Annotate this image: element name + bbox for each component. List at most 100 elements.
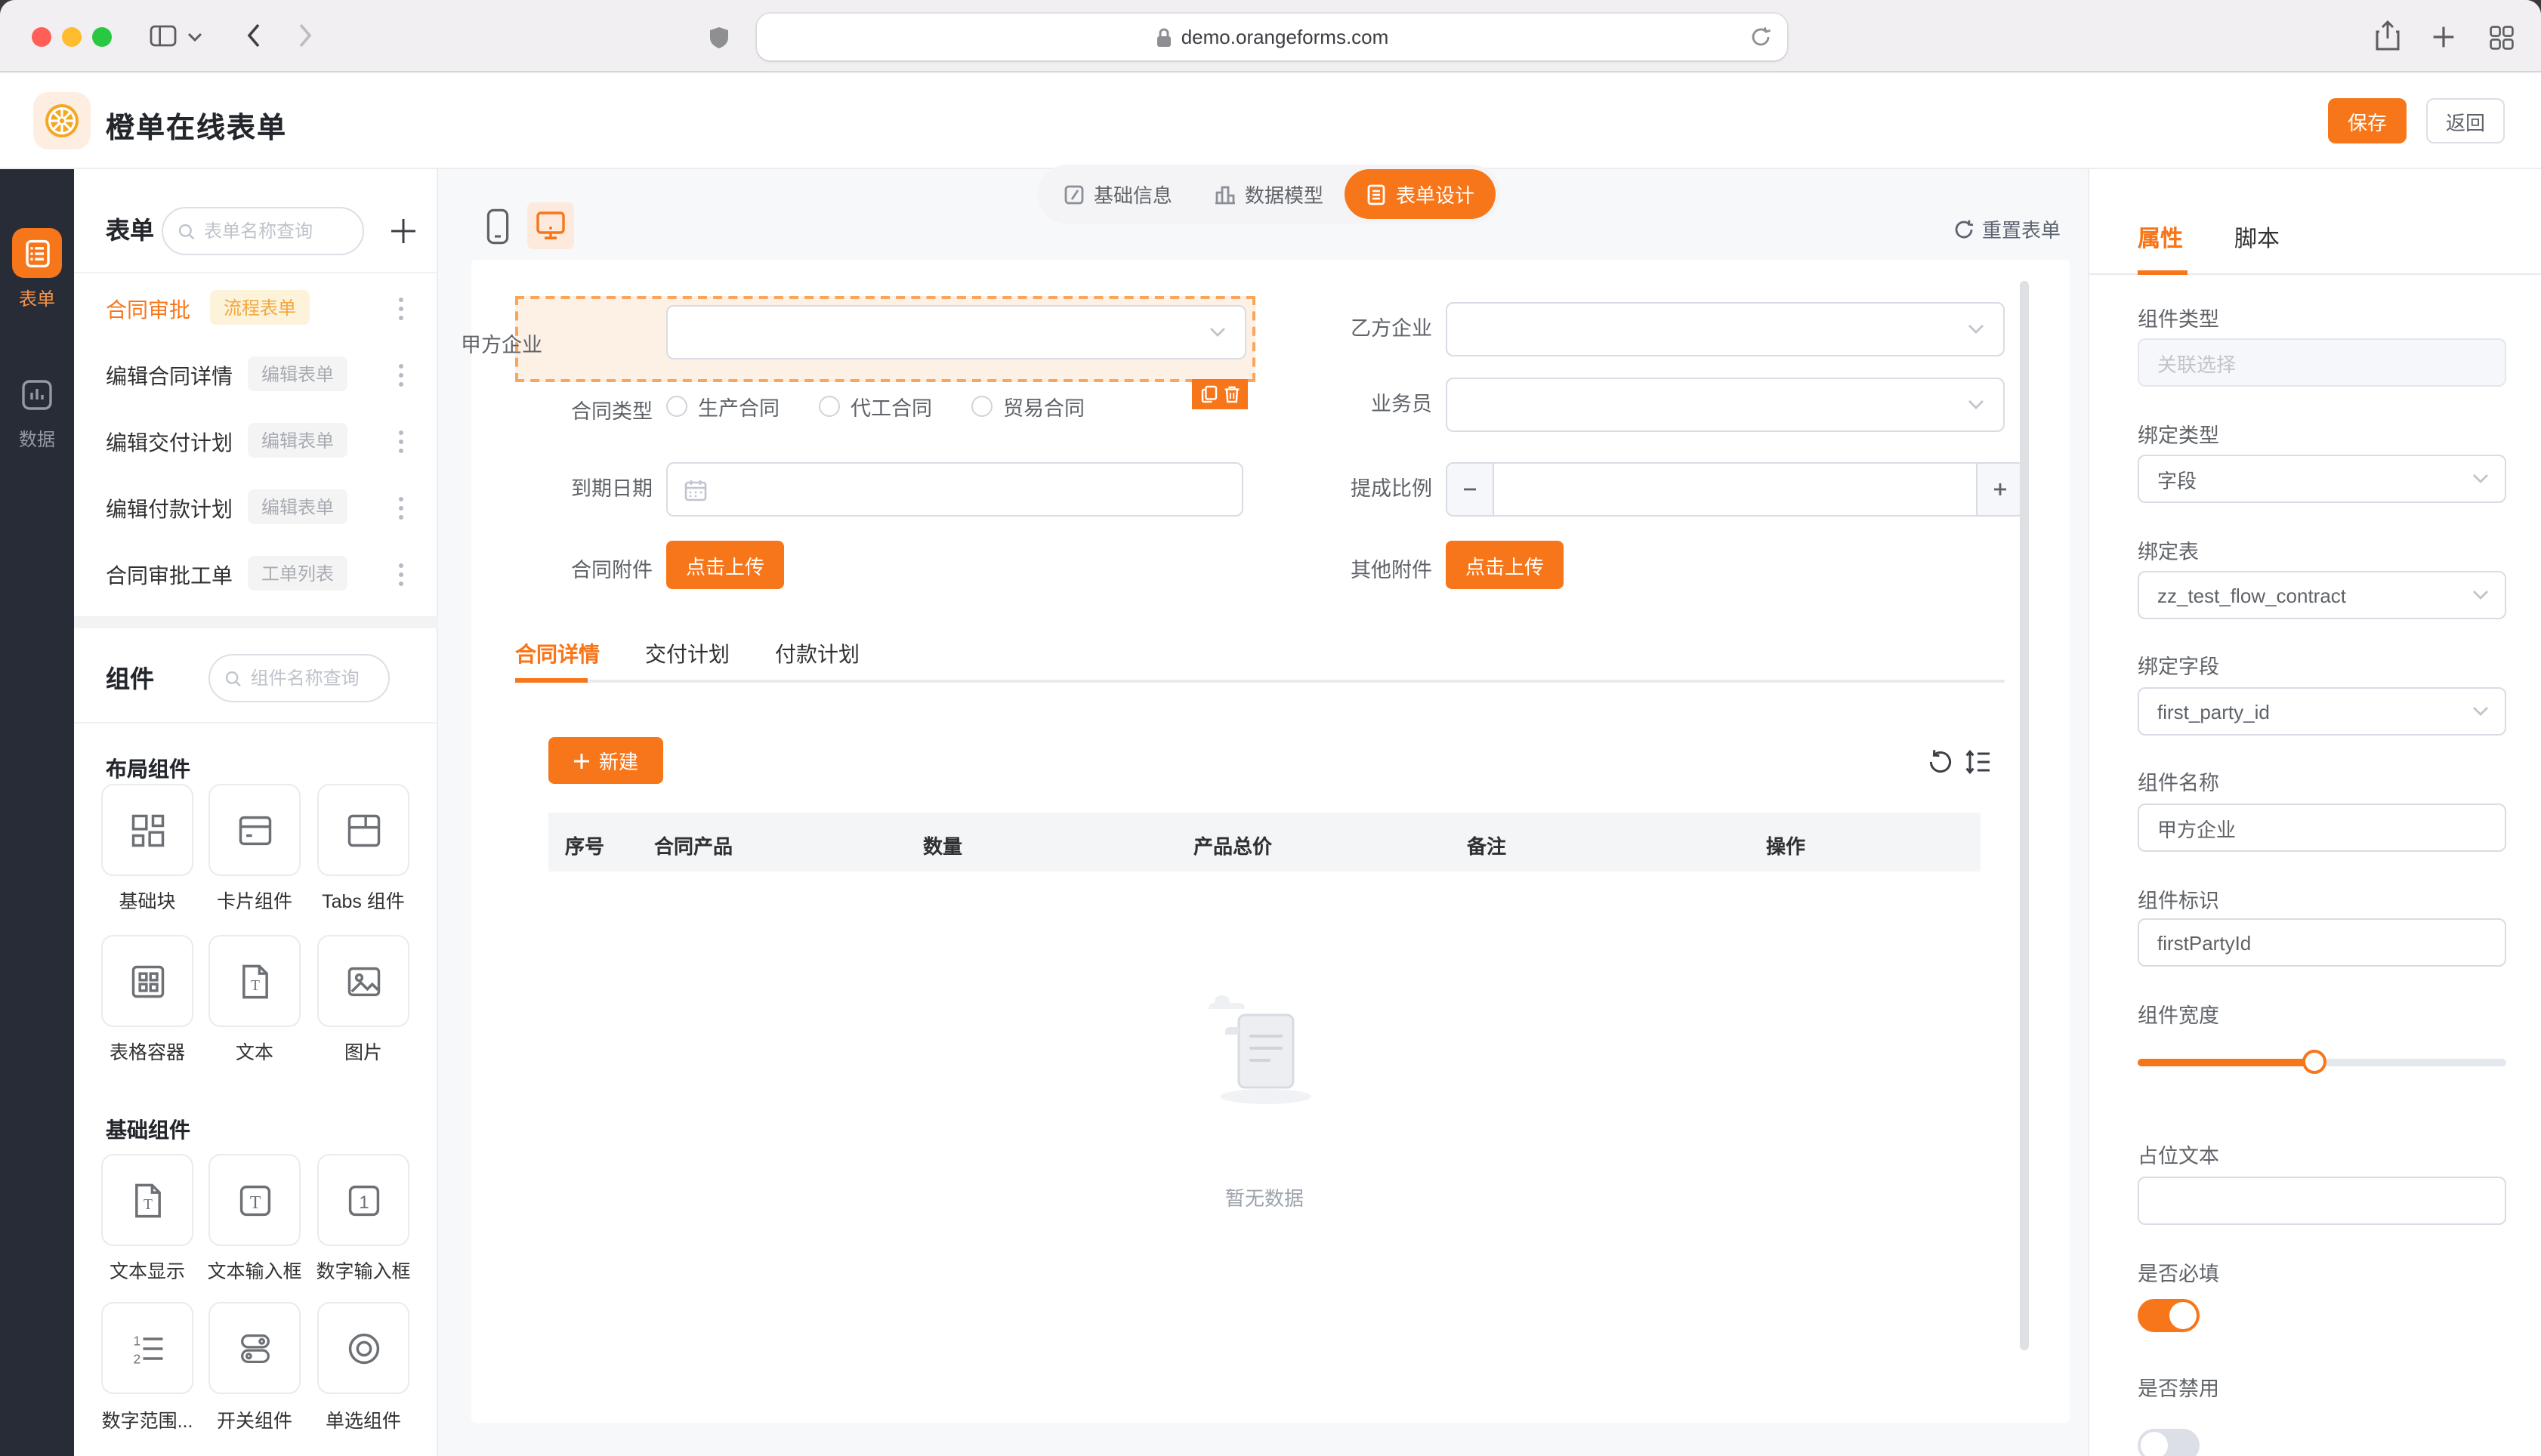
bind-field-select[interactable]: first_party_id [2138, 687, 2506, 736]
minimize-window-button[interactable] [62, 27, 82, 47]
component-card-card[interactable] [208, 784, 301, 876]
component-card-number-range[interactable]: 12 [101, 1302, 193, 1394]
component-search[interactable] [208, 654, 390, 702]
reload-icon[interactable] [1749, 26, 1772, 48]
copy-icon[interactable] [1200, 385, 1217, 403]
other-attachment-upload-button[interactable]: 点击上传 [1446, 541, 1564, 589]
stepper-increase-button[interactable] [1976, 464, 2023, 515]
form-type-badge: 流程表单 [210, 290, 310, 325]
back-button-app[interactable]: 返回 [2426, 98, 2505, 143]
radio-production-contract[interactable]: 生产合同 [666, 391, 780, 421]
zoom-window-button[interactable] [92, 27, 112, 47]
search-icon [178, 223, 195, 239]
row-height-icon[interactable] [1964, 748, 1993, 776]
more-actions-icon[interactable] [388, 424, 412, 458]
reset-form-button[interactable]: 重置表单 [1953, 214, 2061, 243]
rail-label-forms[interactable]: 表单 [0, 285, 74, 311]
component-search-input[interactable] [250, 668, 373, 689]
form-search[interactable] [162, 207, 364, 255]
tab-form-design[interactable]: 表单设计 [1345, 169, 1496, 219]
lock-icon [1156, 27, 1171, 46]
more-actions-icon[interactable] [388, 292, 412, 325]
tab-payment-plan[interactable]: 付款计划 [775, 639, 860, 669]
component-width-slider[interactable] [2138, 1050, 2506, 1074]
chevron-down-icon[interactable] [187, 32, 202, 42]
bind-type-select[interactable]: 字段 [2138, 455, 2506, 503]
chevron-down-icon [2473, 591, 2488, 600]
back-button[interactable] [246, 23, 261, 48]
radio-icon[interactable] [819, 396, 840, 417]
delete-icon[interactable] [1223, 385, 1240, 403]
component-card-radio[interactable] [317, 1302, 409, 1394]
placeholder-text-input[interactable] [2138, 1177, 2506, 1225]
rail-item-forms[interactable] [12, 228, 62, 278]
switch-component-icon [240, 1334, 269, 1362]
component-card-switch[interactable] [208, 1302, 301, 1394]
forward-button[interactable] [298, 23, 313, 48]
radio-trade-contract[interactable]: 贸易合同 [971, 391, 1085, 421]
first-party-select[interactable] [666, 305, 1246, 359]
component-card-number-input[interactable]: 1 [317, 1154, 409, 1246]
required-toggle[interactable] [2138, 1299, 2200, 1332]
tab-properties[interactable]: 属性 [2138, 222, 2183, 254]
more-actions-icon[interactable] [388, 491, 412, 524]
component-name-input[interactable]: 甲方企业 [2138, 804, 2506, 852]
share-icon[interactable] [2375, 20, 2401, 51]
radio-icon[interactable] [971, 396, 993, 417]
field-label: 提成比例 [1351, 477, 1432, 500]
component-card-basic-block[interactable] [101, 784, 193, 876]
list-item-edit-delivery[interactable]: 编辑交付计划 编辑表单 [74, 408, 438, 474]
number-range-icon: 12 [133, 1333, 162, 1366]
slider-thumb[interactable] [2302, 1050, 2327, 1074]
tab-script[interactable]: 脚本 [2234, 222, 2280, 254]
rail-label-data[interactable]: 数据 [0, 426, 74, 452]
address-bar[interactable]: demo.orangeforms.com [757, 14, 1787, 60]
new-row-button[interactable]: 新建 [548, 737, 663, 784]
reset-icon [1955, 219, 1974, 238]
privacy-shield-icon[interactable] [709, 26, 730, 50]
component-card-table-container[interactable] [101, 935, 193, 1027]
list-item-approve-workorder[interactable]: 合同审批工单 工单列表 [74, 541, 438, 607]
disabled-toggle[interactable] [2138, 1429, 2200, 1456]
component-card-text-input[interactable]: T [208, 1154, 301, 1246]
bind-table-select[interactable]: zz_test_flow_contract [2138, 571, 2506, 619]
due-date-input[interactable] [666, 462, 1243, 517]
tab-basic-info[interactable]: 基础信息 [1042, 169, 1193, 219]
more-actions-icon[interactable] [388, 557, 412, 591]
tab-data-model[interactable]: 数据模型 [1193, 169, 1345, 219]
component-card-text[interactable]: T [208, 935, 301, 1027]
component-actions [1192, 379, 1248, 409]
undo-icon[interactable] [1926, 748, 1955, 776]
list-item-edit-contract[interactable]: 编辑合同详情 编辑表单 [74, 341, 438, 408]
list-item-edit-payment[interactable]: 编辑付款计划 编辑表单 [74, 474, 438, 541]
desktop-preview-button[interactable] [527, 202, 574, 249]
rail-item-data[interactable] [12, 370, 62, 420]
add-form-icon[interactable] [388, 216, 418, 246]
component-key-input[interactable]: firstPartyId [2138, 918, 2506, 967]
component-card-text-display[interactable]: T [101, 1154, 193, 1246]
more-actions-icon[interactable] [388, 358, 412, 391]
contract-attachment-upload-button[interactable]: 点击上传 [666, 541, 784, 589]
second-party-select[interactable] [1446, 302, 2005, 356]
tab-overview-icon[interactable] [2490, 26, 2514, 50]
image-icon [347, 966, 380, 996]
form-search-input[interactable] [204, 221, 347, 242]
radio-oem-contract[interactable]: 代工合同 [819, 391, 932, 421]
list-item-contract-approve[interactable]: 合同审批 流程表单 [74, 275, 438, 341]
commission-ratio-stepper[interactable] [1446, 462, 2024, 517]
tab-contract-detail[interactable]: 合同详情 [515, 639, 600, 669]
component-card-tabs[interactable] [317, 784, 409, 876]
stepper-decrease-button[interactable] [1447, 464, 1494, 515]
close-window-button[interactable] [32, 27, 51, 47]
component-card-image[interactable] [317, 935, 409, 1027]
salesman-select[interactable] [1446, 378, 2005, 432]
url-text: demo.orangeforms.com [1181, 26, 1389, 48]
tab-delivery-plan[interactable]: 交付计划 [645, 639, 730, 669]
selected-component-first-party[interactable]: 甲方企业 [461, 296, 1255, 409]
new-tab-icon[interactable] [2432, 26, 2455, 48]
mobile-preview-button[interactable] [474, 202, 521, 249]
save-button[interactable]: 保存 [2328, 98, 2407, 143]
canvas-scrollbar[interactable] [2020, 281, 2029, 1350]
sidebar-toggle-icon[interactable] [150, 24, 178, 48]
radio-icon[interactable] [666, 396, 687, 417]
